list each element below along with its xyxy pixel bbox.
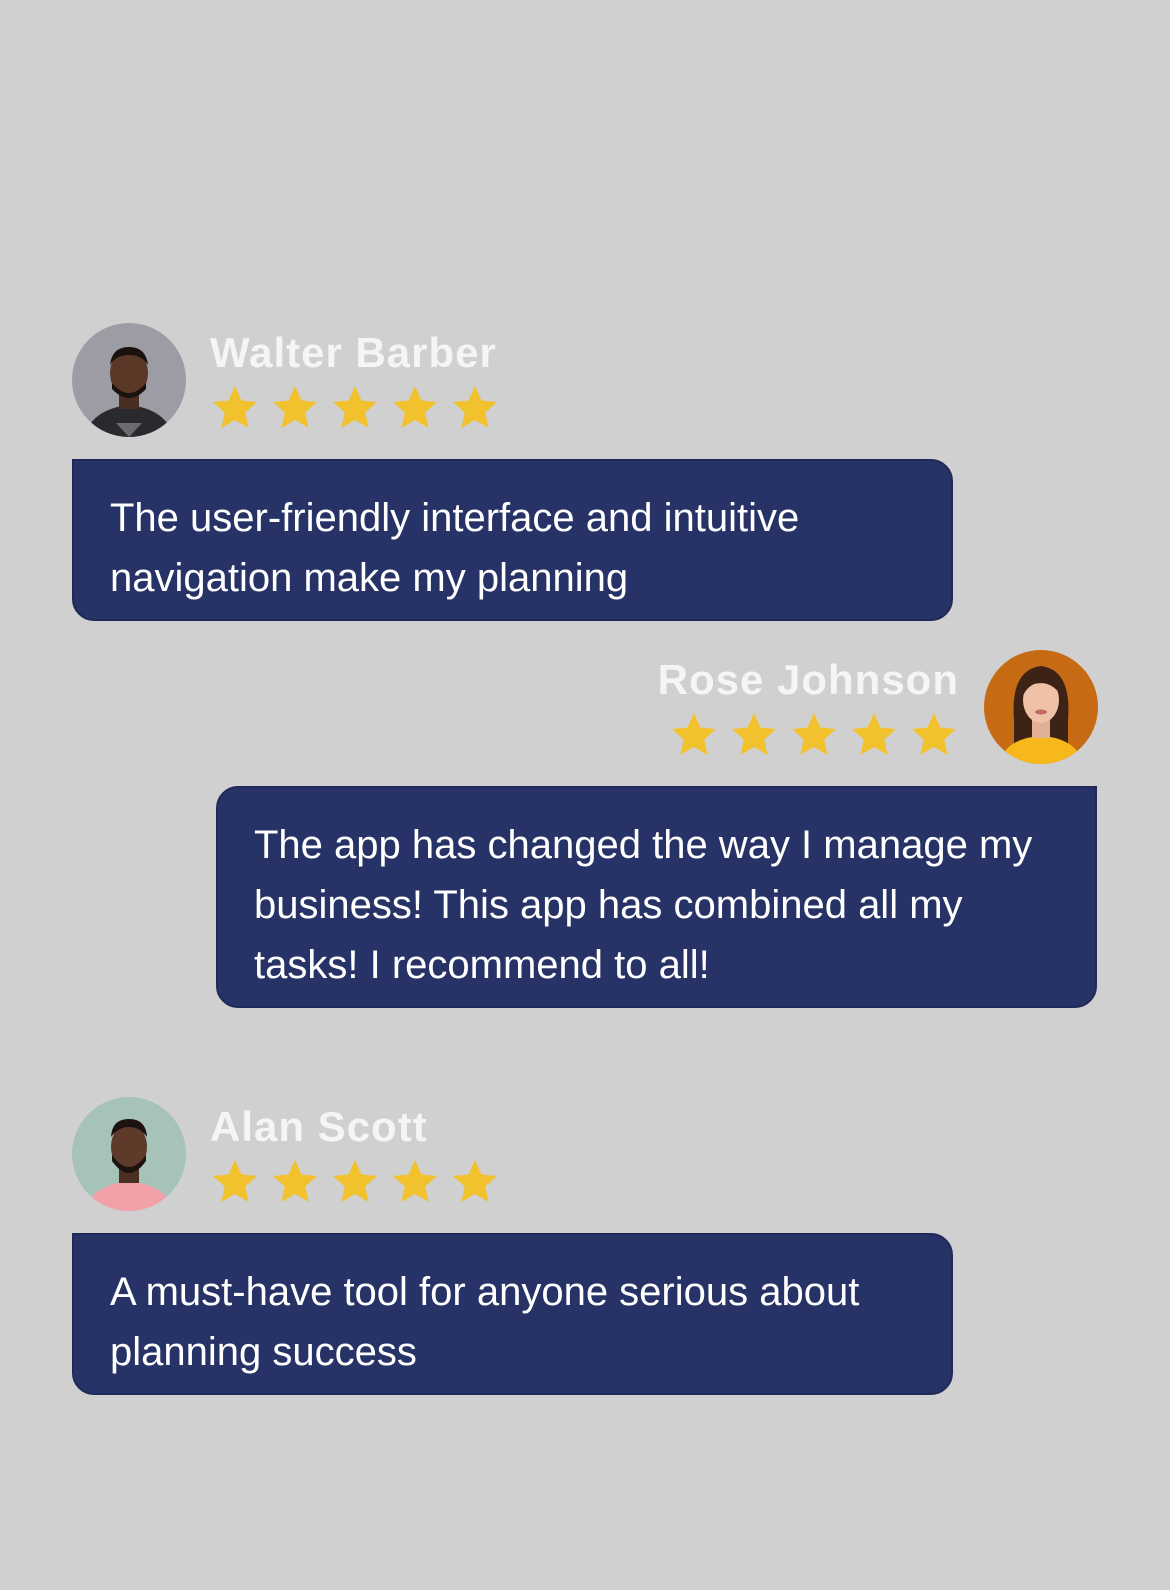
avatar: [984, 650, 1098, 764]
star-icon: [330, 1157, 380, 1207]
star-icon: [789, 710, 839, 760]
reviewer-name: Walter Barber: [210, 329, 497, 376]
review-text-bubble: A must-have tool for anyone serious abou…: [72, 1233, 953, 1395]
star-rating: [210, 383, 500, 433]
reviewer-name: Rose Johnson: [657, 656, 959, 703]
star-rating: [210, 1157, 500, 1207]
star-icon: [390, 1157, 440, 1207]
avatar: [72, 323, 186, 437]
star-icon: [669, 710, 719, 760]
star-icon: [330, 383, 380, 433]
woman-portrait-avatar-icon: [984, 650, 1098, 764]
star-icon: [270, 1157, 320, 1207]
star-icon: [210, 1157, 260, 1207]
star-icon: [849, 710, 899, 760]
star-icon: [450, 1157, 500, 1207]
review-text-bubble: The app has changed the way I manage my …: [216, 786, 1097, 1008]
star-icon: [450, 383, 500, 433]
man-portrait-avatar-icon: [72, 323, 186, 437]
star-rating: [669, 710, 959, 760]
star-icon: [909, 710, 959, 760]
reviewer-name: Alan Scott: [210, 1103, 428, 1150]
man-portrait-avatar-icon: [72, 1097, 186, 1211]
star-icon: [390, 383, 440, 433]
star-icon: [270, 383, 320, 433]
star-icon: [729, 710, 779, 760]
review-text-bubble: The user-friendly interface and intuitiv…: [72, 459, 953, 621]
star-icon: [210, 383, 260, 433]
avatar: [72, 1097, 186, 1211]
